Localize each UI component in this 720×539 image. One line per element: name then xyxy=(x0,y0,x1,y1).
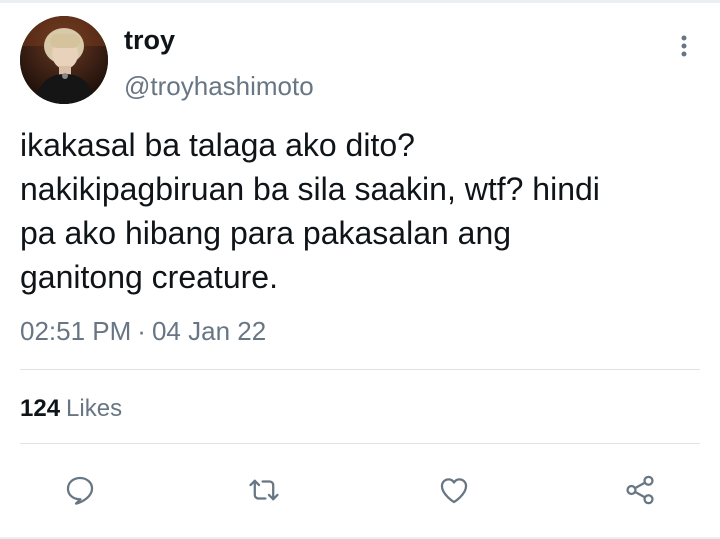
reply-icon xyxy=(66,476,94,505)
action-bar xyxy=(0,468,720,512)
display-name[interactable]: troy xyxy=(124,24,175,56)
likes-count: 124 xyxy=(20,395,61,422)
top-border xyxy=(0,0,720,3)
user-handle[interactable]: @troyhashimoto xyxy=(124,70,314,102)
share-button[interactable] xyxy=(618,468,662,512)
share-icon xyxy=(626,475,654,505)
divider xyxy=(20,369,700,370)
likes-label: Likes xyxy=(66,395,123,422)
tweet-card: troy @troyhashimoto ikakasal ba talaga a… xyxy=(0,0,720,539)
tweet-timestamp[interactable]: 02:51 PM · 04 Jan 22 xyxy=(20,315,266,347)
tweet-date: 04 Jan 22 xyxy=(151,316,267,346)
avatar[interactable] xyxy=(20,16,108,104)
timestamp-separator: · xyxy=(137,316,146,346)
retweet-button[interactable] xyxy=(242,468,286,512)
retweet-icon xyxy=(249,479,279,501)
likes-stat[interactable]: 124 Likes xyxy=(20,393,122,425)
divider xyxy=(20,443,700,444)
more-vertical-icon xyxy=(681,35,687,57)
like-button[interactable] xyxy=(432,468,476,512)
more-options-button[interactable] xyxy=(672,30,696,62)
tweet-text: ikakasal ba talaga ako dito? nakikipagbi… xyxy=(20,127,600,295)
heart-icon xyxy=(440,478,468,504)
tweet-time: 02:51 PM xyxy=(20,316,132,346)
reply-button[interactable] xyxy=(58,468,102,512)
